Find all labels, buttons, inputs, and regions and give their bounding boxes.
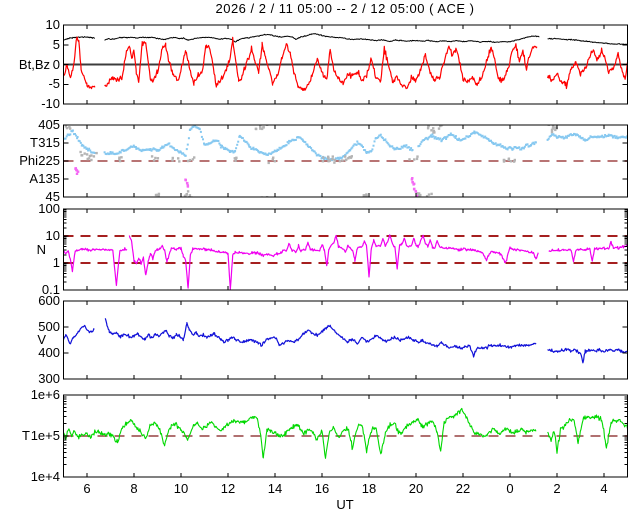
- y-tick-label: 10: [46, 17, 60, 32]
- y-tick-label: 10: [46, 228, 60, 243]
- x-tick-label: 8: [119, 481, 149, 496]
- y-tick-label: 0: [53, 57, 60, 72]
- x-tick-label: 20: [401, 481, 431, 496]
- panel-axis-label: N: [37, 242, 46, 257]
- y-tick-label: -10: [41, 96, 60, 111]
- y-tick-label: 1e+4: [31, 469, 60, 484]
- y-tick-label: -5: [48, 76, 60, 91]
- x-tick-label: 18: [354, 481, 384, 496]
- y-tick-label: 225: [38, 153, 60, 168]
- y-tick-label: 1: [53, 255, 60, 270]
- panel-axis-label: T: [22, 428, 30, 443]
- x-tick-label: 10: [166, 481, 196, 496]
- y-tick-label: 1e+6: [31, 387, 60, 402]
- panel-axis-label: Phi: [19, 153, 38, 168]
- x-tick-label: 2: [542, 481, 572, 496]
- chart-title: 2026 / 2 / 11 05:00 -- 2 / 12 05:00 ( AC…: [63, 1, 627, 16]
- y-tick-label: 1e+5: [31, 428, 60, 443]
- panel-axis-label: V: [37, 332, 46, 347]
- panel-axis-label: Bt,Bz: [19, 57, 50, 72]
- y-tick-label: 405: [38, 117, 60, 132]
- x-tick-label: 14: [260, 481, 290, 496]
- y-tick-label: 600: [38, 293, 60, 308]
- y-tick-label: 400: [38, 345, 60, 360]
- panel-axis-label: A: [29, 171, 38, 186]
- plot-canvas: [0, 0, 640, 512]
- y-tick-label: 135: [38, 171, 60, 186]
- x-tick-label: 16: [307, 481, 337, 496]
- x-tick-label: 0: [495, 481, 525, 496]
- panel-axis-label: T: [30, 135, 38, 150]
- y-tick-label: 5: [53, 37, 60, 52]
- y-tick-label: 100: [38, 201, 60, 216]
- ace-solar-wind-plot: 2026 / 2 / 11 05:00 -- 2 / 12 05:00 ( AC…: [0, 0, 640, 512]
- x-tick-label: 6: [72, 481, 102, 496]
- x-tick-label: 4: [589, 481, 619, 496]
- y-tick-label: 315: [38, 135, 60, 150]
- x-axis-label: UT: [330, 497, 360, 512]
- y-tick-label: 300: [38, 371, 60, 386]
- x-tick-label: 12: [213, 481, 243, 496]
- x-tick-label: 22: [448, 481, 478, 496]
